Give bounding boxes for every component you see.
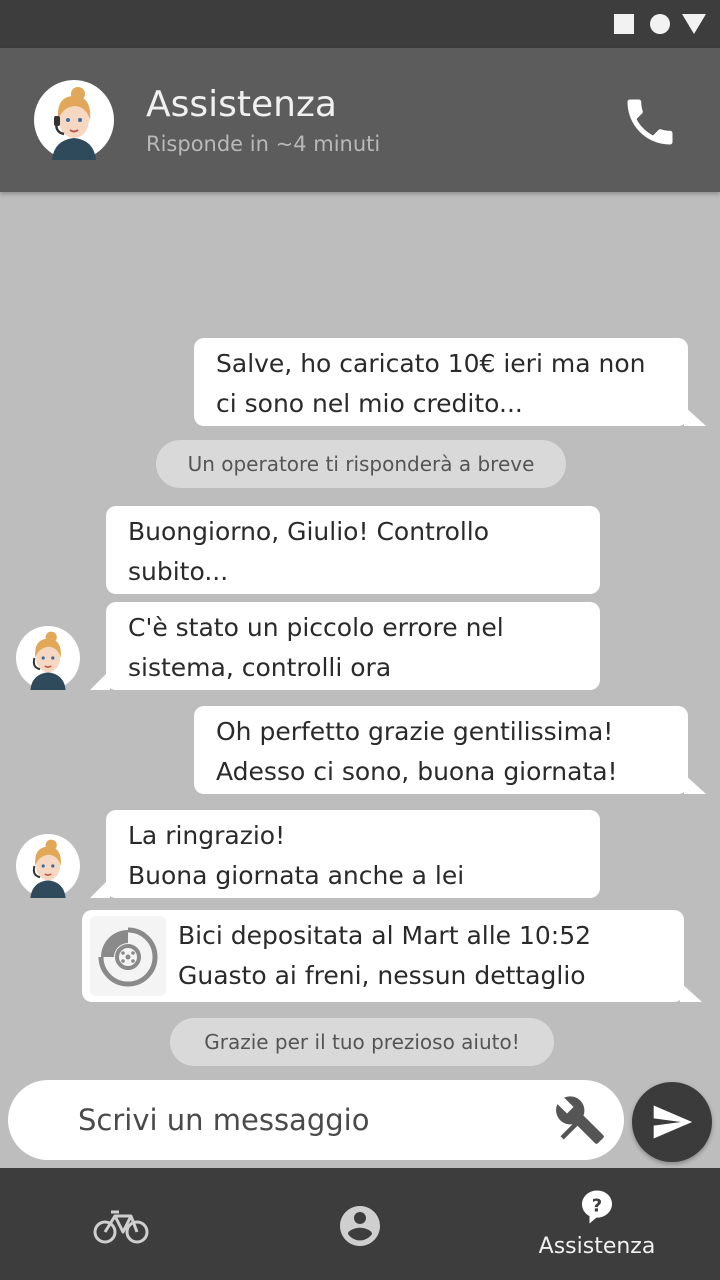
bubble-tail	[90, 878, 110, 898]
phone-icon[interactable]	[620, 92, 680, 152]
nav-item-assistenza[interactable]: ? Assistenza	[477, 1168, 717, 1280]
send-icon	[653, 1105, 693, 1139]
bottom-navigation: ? Assistenza	[0, 1168, 720, 1280]
send-button[interactable]	[632, 1082, 712, 1162]
report-card: Bici depositata al Mart alle 10:52 Guast…	[82, 910, 684, 1002]
triangle-icon	[682, 14, 706, 34]
status-bar	[0, 0, 720, 48]
response-time: Risponde in ~4 minuti	[146, 132, 381, 156]
bubble-tail	[684, 406, 706, 426]
tools-icon[interactable]	[554, 1094, 606, 1146]
chat-title: Assistenza	[146, 84, 337, 125]
bike-icon	[93, 1210, 149, 1244]
incoming-message: La ringrazio! Buona giornata anche a lei	[106, 810, 600, 898]
nav-item-bike[interactable]	[0, 1168, 240, 1280]
system-notice: Un operatore ti risponderà a breve	[156, 440, 566, 488]
message-composer	[8, 1080, 624, 1160]
chat-header: Assistenza Risponde in ~4 minuti	[0, 48, 720, 192]
agent-avatar	[16, 626, 80, 690]
brake-disc-icon	[90, 916, 166, 996]
incoming-message: Buongiorno, Giulio! Controllo subito...	[106, 506, 600, 594]
stop-icon	[614, 14, 634, 34]
bubble-tail	[90, 670, 110, 690]
outgoing-message: Salve, ho caricato 10€ ieri ma non ci so…	[194, 338, 688, 426]
svg-text:?: ?	[592, 1196, 602, 1217]
account-icon	[340, 1206, 380, 1246]
outgoing-message: Oh perfetto grazie gentilissima! Adesso …	[194, 706, 688, 794]
help-icon: ?	[582, 1190, 612, 1224]
incoming-message: C'è stato un piccolo errore nel sistema,…	[106, 602, 600, 690]
nav-item-account[interactable]	[240, 1168, 480, 1280]
circle-icon	[650, 14, 670, 34]
message-input[interactable]	[78, 1094, 528, 1146]
agent-avatar	[16, 834, 80, 898]
bubble-tail	[680, 982, 702, 1002]
bubble-tail	[684, 774, 706, 794]
system-notice: Grazie per il tuo prezioso aiuto!	[170, 1018, 554, 1066]
agent-avatar[interactable]	[34, 80, 114, 160]
